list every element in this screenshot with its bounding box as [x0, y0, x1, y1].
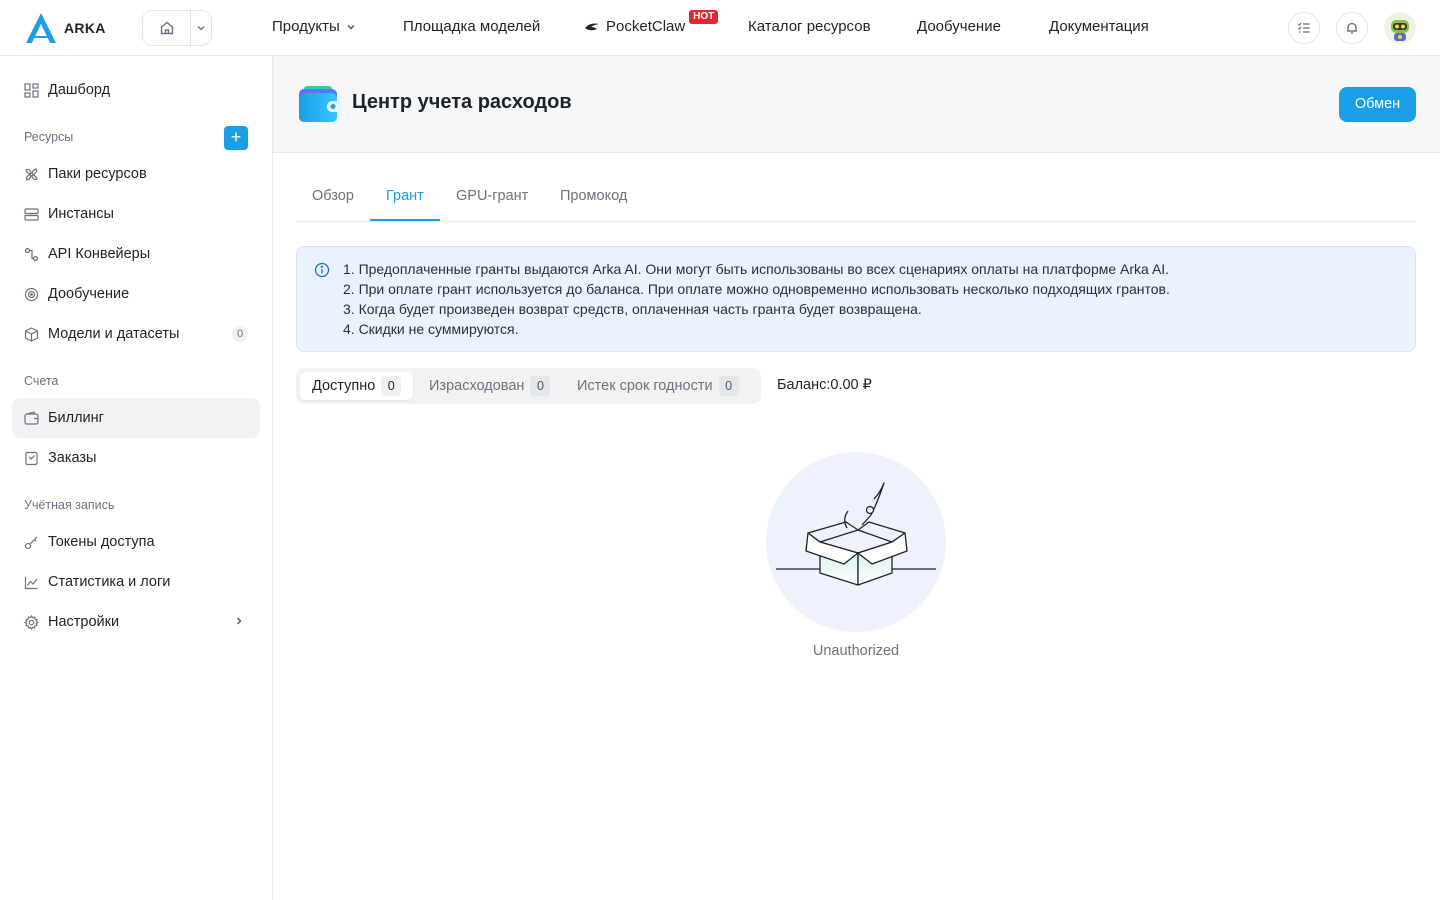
cube-icon: [24, 326, 39, 342]
sidebar-item-label: Дашборд: [48, 82, 111, 98]
filter-spent[interactable]: Израсходован 0: [417, 372, 562, 400]
notifications-button[interactable]: [1336, 12, 1368, 44]
tab-promocode[interactable]: Промокод: [560, 188, 627, 204]
home-button[interactable]: [143, 11, 191, 45]
sidebar: Дашборд Ресурсы + Паки ресурсов Инстансы…: [0, 56, 273, 900]
nav-finetuning-label: Дообучение: [917, 18, 1001, 35]
info-line-4: 4. Скидки не суммируются.: [343, 321, 519, 337]
grant-info-alert: 1. Предоплаченные гранты выдаются Arka A…: [296, 246, 1416, 352]
task-list-icon: [1298, 22, 1310, 33]
nav-model-marketplace[interactable]: Площадка моделей: [403, 18, 540, 35]
sidebar-item-label: API Конвейеры: [48, 246, 151, 262]
billing-tabs: Обзор Грант GPU-грант Промокод: [296, 172, 1416, 222]
chart-icon: [24, 575, 39, 590]
sidebar-item-label: Заказы: [48, 450, 97, 466]
sidebar-item-label: Паки ресурсов: [48, 166, 147, 182]
tab-overview[interactable]: Обзор: [312, 188, 354, 204]
filter-label: Израсходован: [429, 378, 525, 394]
user-avatar[interactable]: [1384, 12, 1416, 44]
exchange-button[interactable]: Обмен: [1339, 87, 1416, 122]
chevron-right-icon: [234, 614, 244, 630]
home-icon: [160, 21, 173, 35]
filter-count: 0: [381, 376, 402, 396]
count-badge: 0: [232, 326, 248, 342]
active-tab-indicator: [370, 219, 440, 221]
sidebar-item-label: Токены доступа: [48, 534, 155, 550]
chevron-down-icon: [197, 26, 205, 31]
home-dropdown-button[interactable]: [191, 11, 211, 45]
order-icon: [24, 451, 39, 466]
tab-grant[interactable]: Грант: [386, 188, 424, 204]
filter-label: Доступно: [312, 378, 376, 394]
fan-icon: [24, 167, 39, 182]
wallet-illustration-icon: [299, 86, 343, 122]
page-title: Центр учета расходов: [352, 91, 572, 113]
sidebar-item-label: Биллинг: [48, 410, 104, 426]
sidebar-item-settings[interactable]: Настройки: [12, 602, 260, 642]
nav-documentation[interactable]: Документация: [1049, 18, 1149, 35]
empty-state-text: Unauthorized: [812, 643, 900, 659]
arka-logo-icon: [26, 13, 56, 43]
robot-avatar-icon: [1384, 12, 1416, 44]
sidebar-item-finetuning[interactable]: Дообучение: [12, 274, 260, 314]
sidebar-item-dashboard[interactable]: Дашборд: [12, 70, 260, 110]
target-icon: [24, 287, 39, 302]
pocketclaw-icon: [585, 23, 599, 30]
sidebar-item-models-datasets[interactable]: Модели и датасеты 0: [12, 314, 260, 354]
filter-count: 0: [530, 376, 551, 396]
chevron-down-icon: [347, 24, 355, 29]
info-line-1: 1. Предоплаченные гранты выдаются Arka A…: [343, 261, 1170, 277]
section-accounts: Счета: [24, 374, 59, 388]
sidebar-item-label: Настройки: [48, 614, 120, 630]
task-list-button[interactable]: [1288, 12, 1320, 44]
nav-resource-catalog[interactable]: Каталог ресурсов: [748, 18, 871, 35]
sidebar-item-resource-packs[interactable]: Паки ресурсов: [12, 154, 260, 194]
nav-finetuning[interactable]: Дообучение: [917, 18, 1001, 35]
filter-count: 0: [718, 376, 739, 396]
brand-logo[interactable]: ARKA: [24, 11, 106, 45]
sidebar-item-access-tokens[interactable]: Токены доступа: [12, 522, 260, 562]
info-icon: [314, 262, 330, 278]
page-header: Центр учета расходов Обмен: [273, 56, 1440, 153]
filter-label: Истек срок годности: [577, 378, 713, 394]
pipeline-icon: [24, 247, 39, 262]
key-icon: [24, 535, 39, 550]
section-resources: Ресурсы: [24, 130, 74, 144]
sidebar-item-stats-logs[interactable]: Статистика и логи: [12, 562, 260, 602]
sidebar-item-orders[interactable]: Заказы: [12, 438, 260, 478]
nav-pocketclaw[interactable]: PocketClaw HOT: [584, 10, 719, 35]
home-switcher[interactable]: [142, 10, 212, 46]
sidebar-item-label: Дообучение: [48, 286, 130, 302]
empty-box-icon: [776, 482, 936, 586]
nav-pocketclaw-label: PocketClaw: [606, 18, 686, 35]
sidebar-item-billing[interactable]: Биллинг: [12, 398, 260, 438]
bell-icon: [1347, 22, 1357, 34]
section-profile: Учётная запись: [24, 498, 115, 512]
sidebar-item-instances[interactable]: Инстансы: [12, 194, 260, 234]
gear-icon: [24, 614, 39, 630]
wallet-icon: [24, 410, 39, 426]
info-line-2: 2. При оплате грант используется до бала…: [343, 281, 1170, 297]
filter-expired[interactable]: Истек срок годности 0: [565, 372, 751, 400]
sidebar-item-label: Статистика и логи: [48, 574, 171, 590]
sidebar-item-label: Модели и датасеты: [48, 326, 180, 342]
info-line-3: 3. Когда будет произведен возврат средст…: [343, 301, 922, 317]
server-icon: [24, 207, 39, 222]
nav-products[interactable]: Продукты: [272, 18, 356, 35]
sidebar-item-label: Инстансы: [48, 206, 114, 222]
sidebar-item-api-pipelines[interactable]: API Конвейеры: [12, 234, 260, 274]
brand-name: ARKA: [64, 20, 106, 36]
nav-resource-catalog-label: Каталог ресурсов: [748, 18, 871, 35]
add-resource-button[interactable]: +: [224, 126, 248, 150]
filter-available[interactable]: Доступно 0: [300, 372, 414, 400]
hot-badge: HOT: [689, 10, 719, 24]
grant-balance: Баланс:0.00 ₽: [777, 377, 872, 393]
top-bar: ARKA Продукты Площадка моделей PocketCla…: [0, 0, 1440, 56]
nav-products-label: Продукты: [272, 18, 340, 35]
nav-model-marketplace-label: Площадка моделей: [403, 18, 541, 35]
grant-status-filter: Доступно 0 Израсходован 0 Истек срок год…: [296, 368, 761, 404]
tab-gpu-grant[interactable]: GPU-грант: [456, 188, 528, 204]
nav-documentation-label: Документация: [1049, 18, 1149, 35]
dashboard-icon: [24, 82, 39, 98]
